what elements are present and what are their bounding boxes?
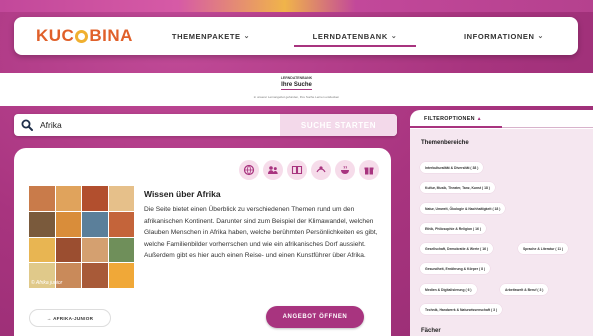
people-icon xyxy=(263,160,283,180)
filter-chip[interactable]: Arbeitswelt & Beruf ( 3 ) xyxy=(500,284,549,295)
search-start-button[interactable]: SUCHE STARTEN xyxy=(280,114,397,136)
page-banner: LERNDATENBANK Ihre Suche in unserer Lern… xyxy=(0,73,593,106)
globe-icon xyxy=(311,160,331,180)
chevron-down-icon: ⌄ xyxy=(390,33,398,40)
filter-chip[interactable]: Ethik, Philosophie & Religion ( 16 ) xyxy=(420,223,486,234)
page-title-text: Ihre Suche xyxy=(281,82,312,90)
chevron-down-icon: ⌄ xyxy=(243,33,251,40)
result-description: Die Seite bietet einen Überblick zu vers… xyxy=(144,206,378,259)
open-offer-button[interactable]: ANGEBOT ÖFFNEN xyxy=(266,306,364,328)
search-icon[interactable] xyxy=(14,119,40,131)
section-heading-faecher: Fächer xyxy=(421,328,441,334)
nav-label: INFORMATIONEN xyxy=(463,31,535,41)
provider-link-button[interactable]: → AFRIKA-JUNIOR xyxy=(29,309,111,327)
image-credit: © Afrika junior xyxy=(31,280,63,286)
filter-panel: FILTEROPTIONEN ▲ Themenbereiche Interkul… xyxy=(410,110,593,336)
logo[interactable]: KUC BINA xyxy=(14,26,142,46)
gift-icon xyxy=(359,160,379,180)
filter-tab-label: FILTEROPTIONEN ▲ xyxy=(424,116,482,122)
result-card: © Afrika junior Wissen über Afrika Die S… xyxy=(14,148,391,336)
nav-themenpakete[interactable]: THEMENPAKETE ⌄ xyxy=(142,17,280,55)
filter-chip[interactable]: Technik, Handwerk & Naturwissenschaft ( … xyxy=(420,304,503,315)
logo-o-mark xyxy=(75,29,89,43)
section-heading-themenbereiche: Themenbereiche xyxy=(421,140,469,146)
nav-informationen[interactable]: INFORMATIONEN ⌄ xyxy=(430,17,578,55)
filter-body: Themenbereiche Interkulturalität & Diver… xyxy=(410,129,593,336)
nav-label: THEMENPAKETE xyxy=(171,31,241,41)
caret-up-icon: ▲ xyxy=(476,116,482,122)
search-input[interactable] xyxy=(40,115,280,135)
filter-chip[interactable]: Medien & Digitalisierung ( 6 ) xyxy=(420,284,477,295)
filter-chip[interactable]: Interkulturalität & Diversität ( 38 ) xyxy=(420,162,484,173)
chevron-down-icon: ⌄ xyxy=(537,33,545,40)
page-subtitle: in unserer Lernangebot gefunden, Ihre Su… xyxy=(253,95,340,99)
nav-lerndatenbank[interactable]: LERNDATENBANK ⌄ xyxy=(280,17,430,55)
logo-part-2: BINA xyxy=(89,26,133,45)
filter-tab-text: FILTEROPTIONEN xyxy=(424,116,475,122)
book-icon xyxy=(287,160,307,180)
breadcrumb: LERNDATENBANK xyxy=(280,76,313,80)
nav-label: LERNDATENBANK xyxy=(312,31,388,41)
filter-tab[interactable]: FILTEROPTIONEN ▲ xyxy=(410,110,593,128)
result-image[interactable] xyxy=(29,186,134,288)
page-title: Ihre Suche xyxy=(0,82,593,90)
result-title[interactable]: Wissen über Afrika xyxy=(144,189,221,199)
search-bar: SUCHE STARTEN xyxy=(14,114,397,136)
world-icon xyxy=(239,160,259,180)
category-icons xyxy=(239,160,379,180)
filter-chip[interactable]: Natur, Umwelt, Ökologie & Nachhaltigkeit… xyxy=(420,203,506,214)
main-nav: KUC BINA THEMENPAKETE ⌄ LERNDATENBANK ⌄ I… xyxy=(14,17,578,55)
filter-chip[interactable]: Gesundheit, Ernährung & Körper ( 8 ) xyxy=(420,263,491,274)
top-decor-strip xyxy=(0,0,593,12)
filter-chip[interactable]: Sprache & Literatur ( 11 ) xyxy=(518,243,569,254)
food-icon xyxy=(335,160,355,180)
filter-tab-underline xyxy=(410,126,502,128)
filter-chip[interactable]: Gesellschaft, Demokratie & Werte ( 16 ) xyxy=(420,243,494,254)
logo-part-1: KUC xyxy=(36,26,75,45)
filter-chip[interactable]: Kultur, Musik, Theater, Tanz, Kunst ( 18… xyxy=(420,182,495,193)
